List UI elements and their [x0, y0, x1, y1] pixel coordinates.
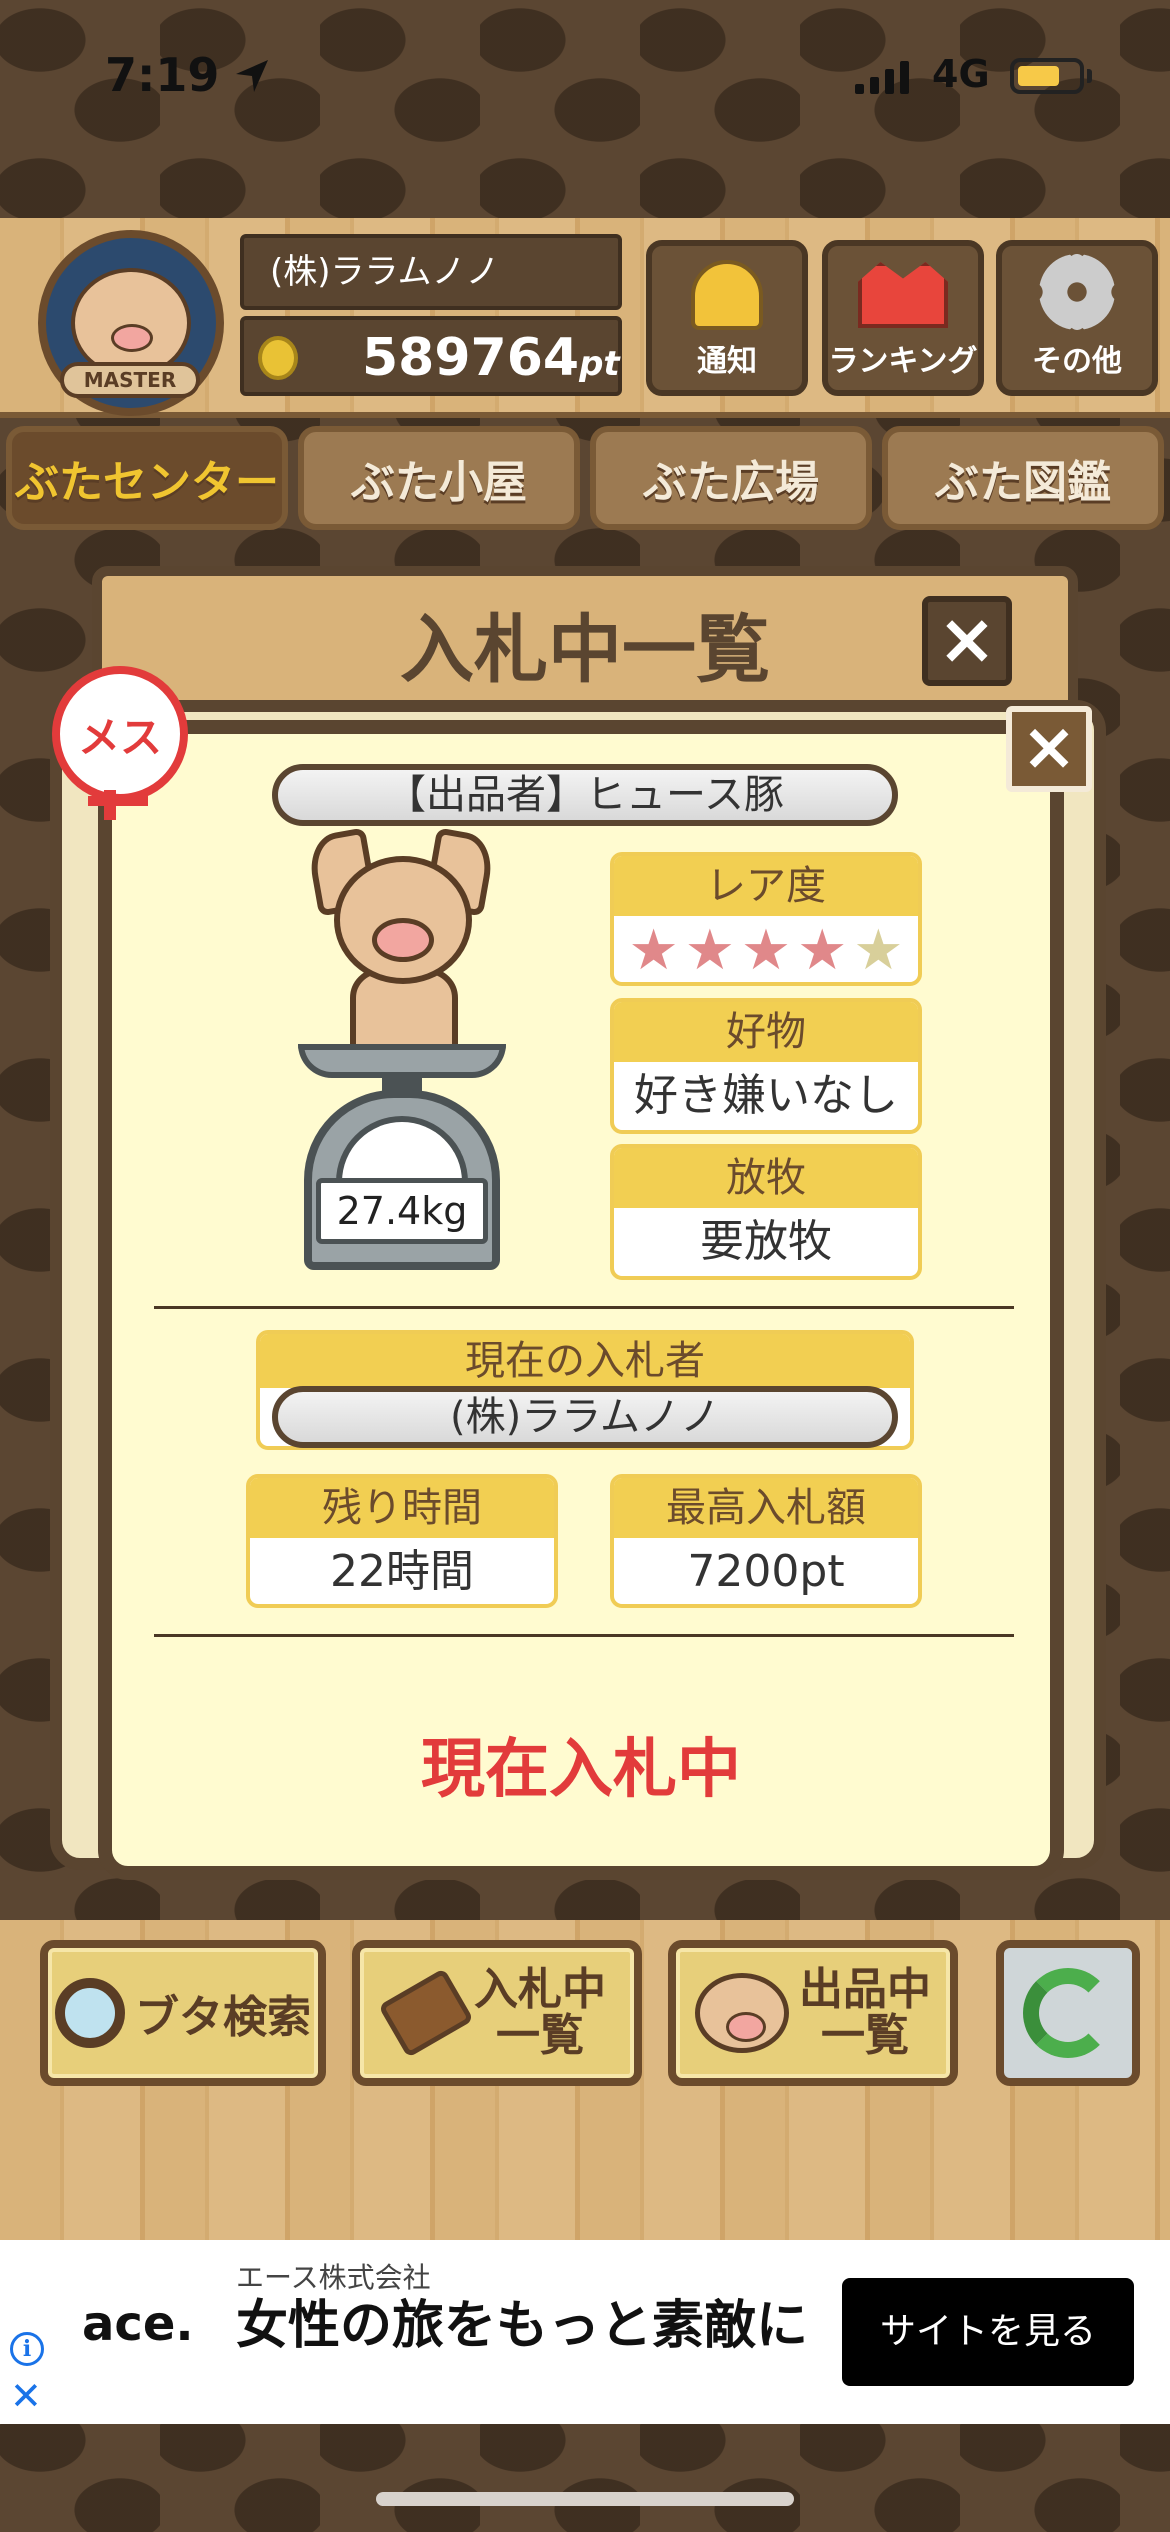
battery-icon	[1010, 58, 1084, 94]
tab-buta-center[interactable]: ぶたセンター	[6, 426, 288, 530]
current-bidder-value: (株)ララムノノ	[272, 1386, 898, 1448]
modal-close-button[interactable]: ×	[1006, 706, 1092, 792]
ad-close-icon[interactable]: ✕	[10, 2374, 42, 2418]
rank-badge: MASTER	[60, 362, 200, 398]
gear-icon	[1039, 254, 1115, 330]
female-badge: メス	[52, 666, 188, 802]
bid-list-close-button[interactable]: ×	[922, 596, 1012, 686]
highest-bid-card: 最高入札額 7200pt	[610, 1474, 922, 1608]
bell-icon	[691, 260, 763, 330]
company-name: (株)ララムノノ	[240, 234, 622, 310]
refresh-icon	[1023, 1968, 1113, 2058]
pig-snout	[372, 918, 434, 962]
grazing-card: 放牧 要放牧	[610, 1144, 922, 1280]
ranking-button[interactable]: ランキング	[822, 240, 984, 396]
grazing-value: 要放牧	[700, 1216, 832, 1267]
rarity-card: レア度 ★ ★ ★ ★ ★	[610, 852, 922, 986]
other-label: その他	[1032, 344, 1122, 379]
listing-list-button[interactable]: 出品中 一覧	[668, 1940, 958, 2086]
ad-headline: 女性の旅をもっと素敵に	[236, 2296, 809, 2356]
bidding-list-button[interactable]: 入札中 一覧	[352, 1940, 642, 2086]
gender-label: メス	[77, 712, 162, 762]
female-symbol-bar	[88, 796, 148, 806]
pig-face-icon	[695, 1973, 789, 2053]
star-filled-icon: ★	[797, 918, 848, 983]
signal-icon	[855, 60, 909, 94]
gavel-icon	[378, 1968, 474, 2058]
highest-bid-label: 最高入札額	[614, 1478, 918, 1538]
rarity-label: レア度	[614, 856, 918, 916]
favorite-value: 好き嫌いなし	[634, 1070, 898, 1121]
ad-info-icon[interactable]: i	[10, 2332, 44, 2366]
bid-status: 現在入札中	[421, 1733, 741, 1807]
highest-bid-value: 7200pt	[687, 1546, 845, 1597]
remaining-time-value: 22時間	[330, 1546, 474, 1597]
refresh-button[interactable]	[996, 1940, 1140, 2086]
remaining-time-card: 残り時間 22時間	[246, 1474, 558, 1608]
weight-value: 27.4kg	[316, 1178, 488, 1244]
scale-tray	[298, 1044, 506, 1078]
ranking-label: ランキング	[828, 344, 978, 379]
pig-search-button[interactable]: ブタ検索	[40, 1940, 326, 2086]
star-empty-icon: ★	[853, 918, 904, 983]
star-filled-icon: ★	[628, 918, 679, 983]
ad-cta-button[interactable]: サイトを見る	[842, 2278, 1134, 2386]
points-value: 589764pt	[362, 328, 620, 388]
coin-icon	[258, 336, 298, 380]
rarity-stars: ★ ★ ★ ★ ★	[614, 916, 918, 983]
star-filled-icon: ★	[740, 918, 792, 983]
divider-bottom	[154, 1634, 1014, 1637]
tab-buta-koya[interactable]: ぶた小屋	[298, 426, 580, 530]
ad-brand-logo: ace.	[82, 2296, 194, 2352]
network-type: 4G	[932, 52, 990, 96]
search-icon	[55, 1978, 125, 2048]
remaining-time-label: 残り時間	[250, 1478, 554, 1538]
ad-company: エース株式会社	[236, 2261, 431, 2294]
pig-search-label: ブタ検索	[135, 1992, 311, 2043]
favorite-card: 好物 好き嫌いなし	[610, 998, 922, 1134]
battery-tip	[1087, 69, 1092, 83]
other-button[interactable]: その他	[996, 240, 1158, 396]
star-filled-icon: ★	[684, 918, 735, 983]
status-time: 7:19	[105, 48, 220, 102]
home-indicator[interactable]	[376, 2492, 794, 2506]
notification-label: 通知	[697, 344, 757, 379]
divider-top	[154, 1306, 1014, 1309]
points-display: 589764pt	[240, 316, 622, 396]
current-bidder-label: 現在の入札者	[260, 1334, 910, 1388]
tab-buta-zukan[interactable]: ぶた図鑑	[882, 426, 1164, 530]
notification-button[interactable]: 通知	[646, 240, 808, 396]
crown-icon	[858, 262, 948, 328]
tab-buta-hiroba[interactable]: ぶた広場	[590, 426, 872, 530]
favorite-label: 好物	[614, 1002, 918, 1062]
bidding-list-label: 入札中 一覧	[474, 1964, 606, 2061]
location-arrow-icon	[236, 60, 268, 92]
seller-label: 【出品者】ヒュース豚	[272, 764, 898, 826]
listing-list-label: 出品中 一覧	[799, 1964, 931, 2061]
grazing-label: 放牧	[614, 1148, 918, 1208]
points-unit: pt	[579, 344, 620, 384]
